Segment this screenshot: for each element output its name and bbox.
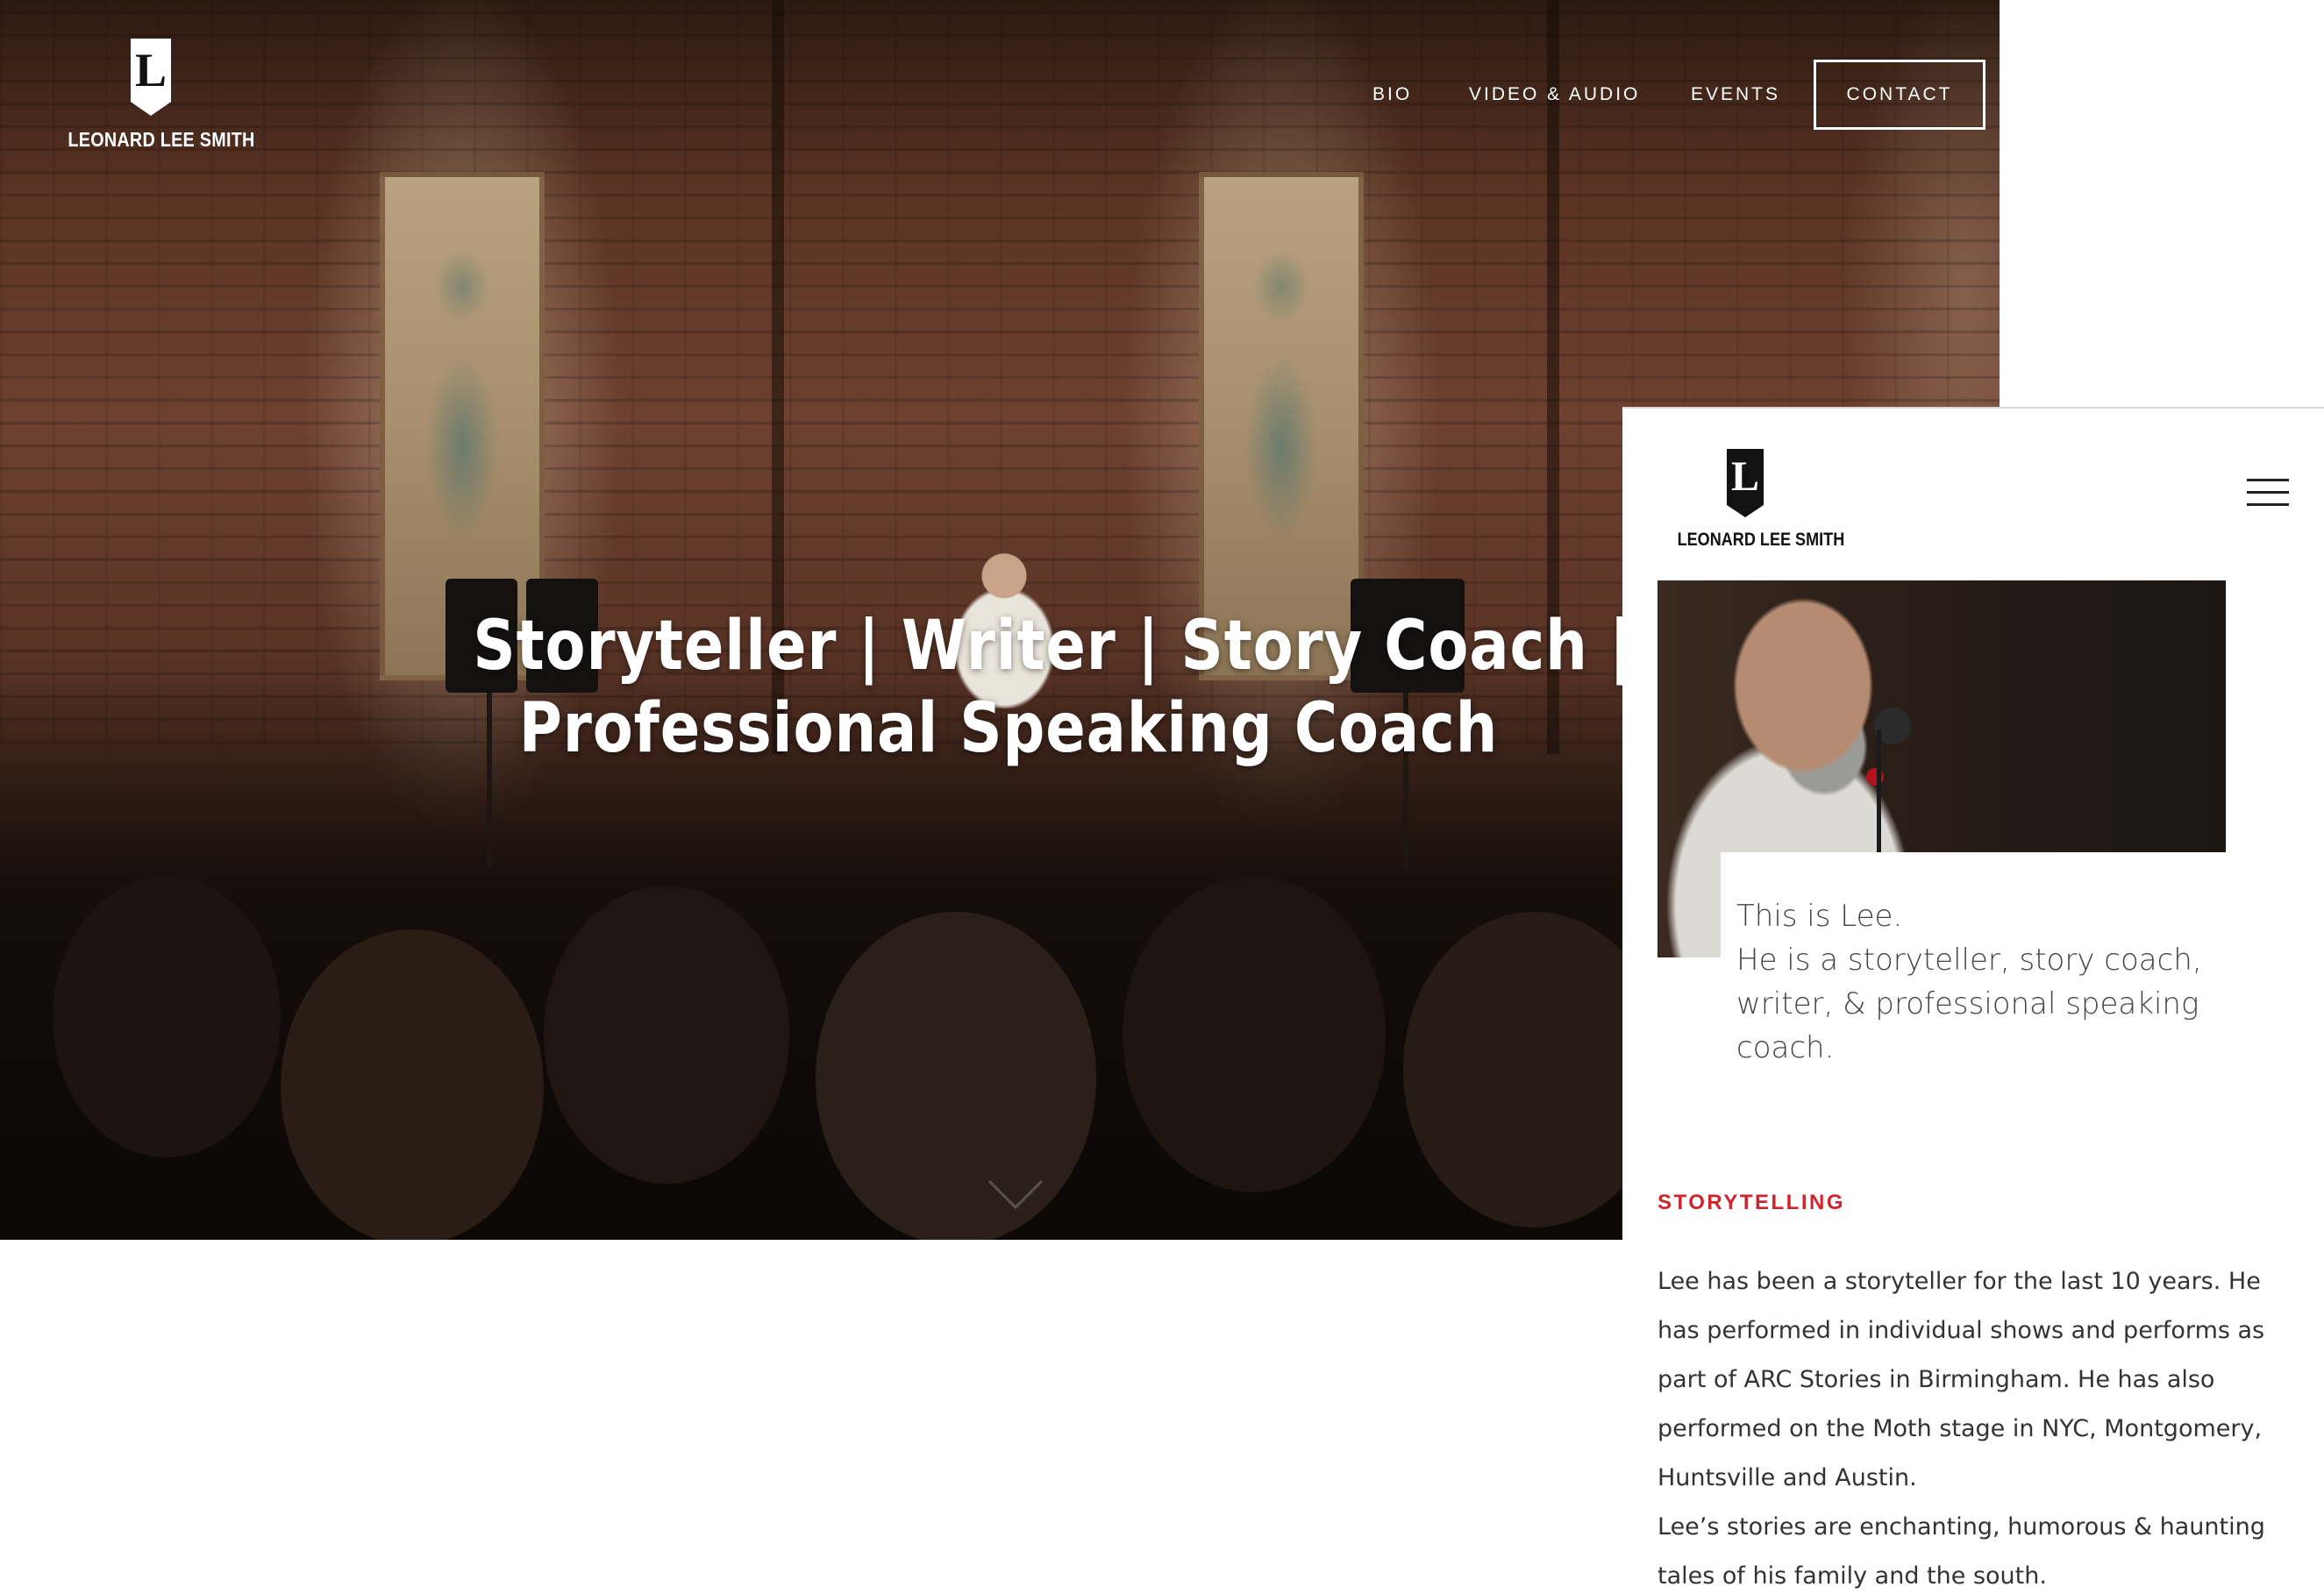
- hero-headline-line2: Professional Speaking Coach: [518, 689, 1499, 768]
- intro-line1: This is Lee.: [1736, 899, 1903, 934]
- nav-bio[interactable]: BIO: [1372, 84, 1412, 105]
- intro-text-card: This is Lee. He is a storyteller, story …: [1721, 852, 2324, 1080]
- wall-tapestry: [1199, 172, 1364, 680]
- storytelling-paragraph: Lee has been a storyteller for the last …: [1657, 1268, 2265, 1491]
- section-title-storytelling: STORYTELLING: [1657, 1191, 1846, 1214]
- storytelling-body: Lee has been a storyteller for the last …: [1657, 1257, 2289, 1594]
- intro-line2: He is a storyteller, story coach, writer…: [1736, 943, 2202, 1065]
- hero-headline: Storyteller | Writer | Story Coach | Pro…: [386, 605, 1631, 770]
- hamburger-menu-icon[interactable]: [2247, 479, 2289, 510]
- audience-member: [281, 929, 544, 1240]
- audience-member: [53, 877, 281, 1157]
- nav-events[interactable]: EVENTS: [1691, 84, 1780, 105]
- nav-video-audio[interactable]: VIDEO & AUDIO: [1469, 84, 1640, 105]
- hero-headline-line1: Storyteller | Writer | Story Coach |: [473, 607, 1632, 686]
- audience-member: [1123, 877, 1386, 1192]
- logo-name: LEONARD LEE SMITH: [1677, 530, 1845, 550]
- logo-name: LEONARD LEE SMITH: [68, 128, 255, 151]
- mobile-site-logo[interactable]: L LEONARD LEE SMITH: [1666, 449, 1845, 551]
- storytelling-paragraph: Lee’s stories are enchanting, humorous &…: [1657, 1513, 2265, 1590]
- audience-member: [816, 912, 1096, 1240]
- logo-letter: L: [1730, 453, 1759, 500]
- logo-shield-icon: L: [1727, 449, 1764, 517]
- mobile-view: L LEONARD LEE SMITH This is Lee. He is a…: [1622, 407, 2324, 1594]
- rose-boutonniere: [1866, 768, 1884, 786]
- audience-member: [544, 886, 789, 1184]
- nav-contact-button[interactable]: CONTACT: [1814, 60, 1985, 130]
- main-nav: BIO VIDEO & AUDIO EVENTS CONTACT: [0, 60, 2000, 130]
